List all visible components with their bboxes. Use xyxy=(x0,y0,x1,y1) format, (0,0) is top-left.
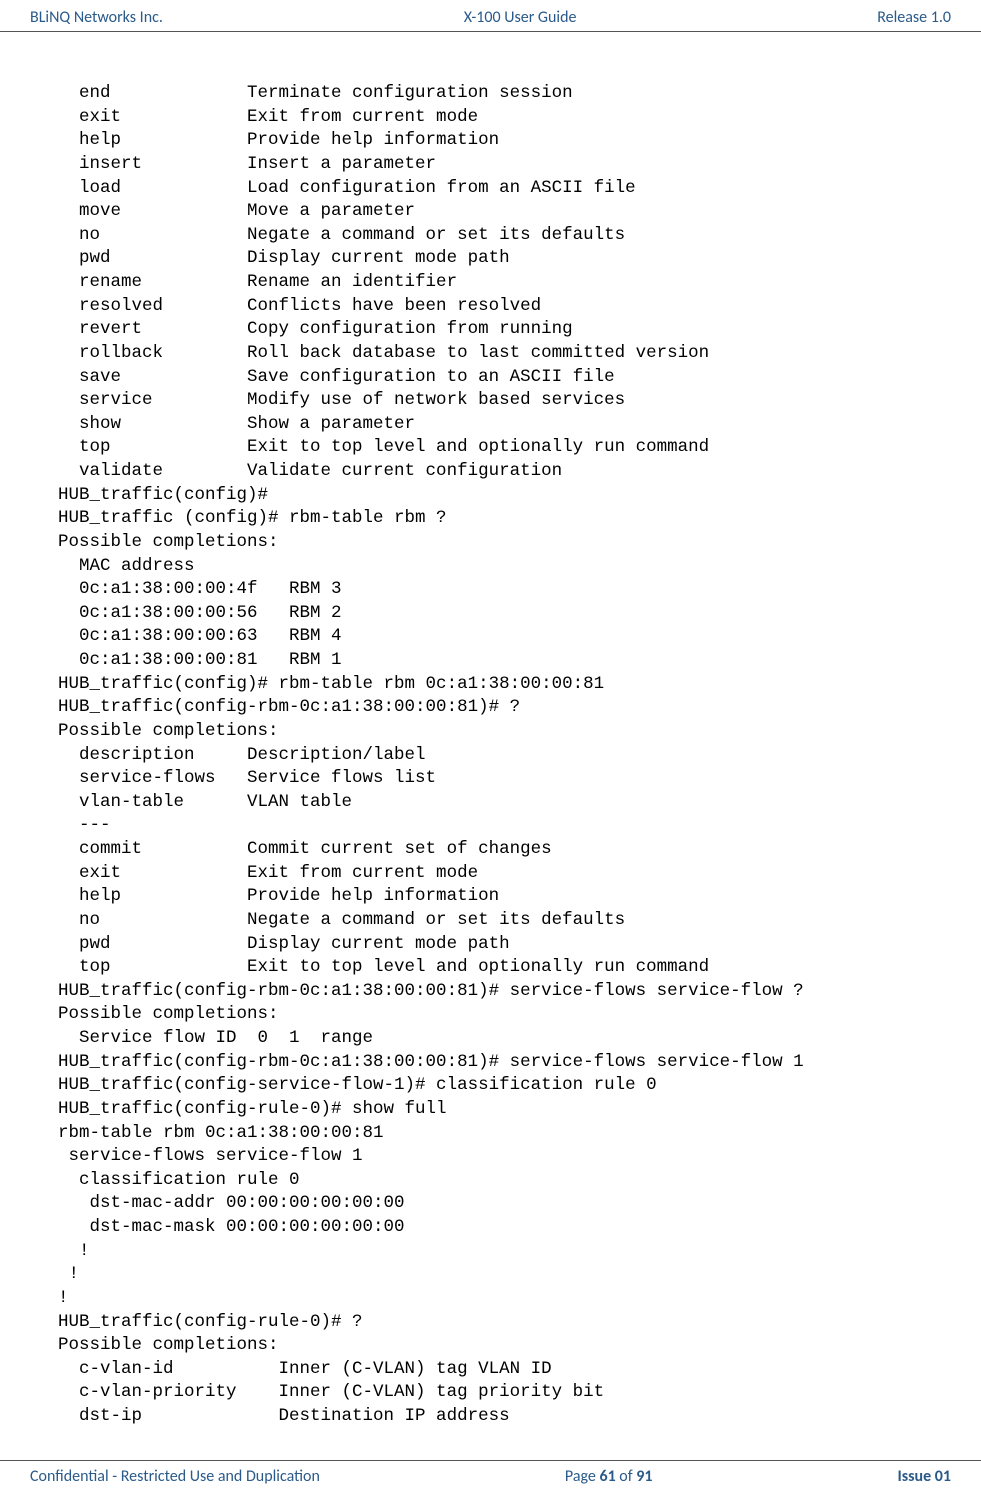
header-title: X-100 User Guide xyxy=(464,8,577,27)
header-company: BLiNQ Networks Inc. xyxy=(30,8,163,27)
terminal-output: end Terminate configuration session exit… xyxy=(0,32,981,1449)
page-header: BLiNQ Networks Inc. X-100 User Guide Rel… xyxy=(0,0,981,32)
page-footer: Confidential - Restricted Use and Duplic… xyxy=(0,1460,981,1496)
footer-confidential: Confidential - Restricted Use and Duplic… xyxy=(30,1467,320,1486)
footer-page-number: Page 61 of 91 xyxy=(565,1467,653,1486)
header-release: Release 1.0 xyxy=(877,8,951,27)
document-page: BLiNQ Networks Inc. X-100 User Guide Rel… xyxy=(0,0,981,1496)
footer-issue: Issue 01 xyxy=(897,1467,951,1486)
